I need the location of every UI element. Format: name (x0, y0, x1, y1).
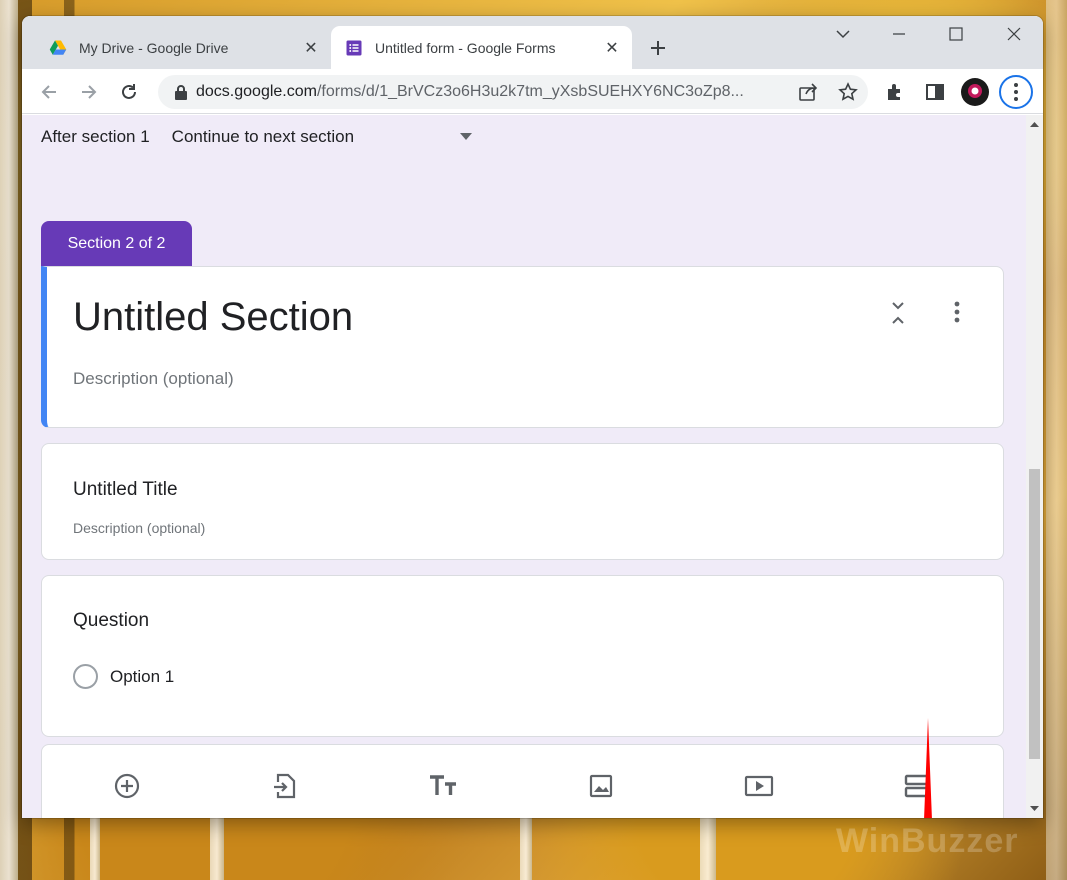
section-more-options-button[interactable] (942, 297, 972, 327)
add-title-button[interactable] (426, 769, 460, 803)
scrollbar-thumb[interactable] (1029, 469, 1040, 759)
background-tree-trunk (700, 818, 716, 880)
import-questions-button[interactable] (268, 769, 302, 803)
title-item-description[interactable]: Description (optional) (73, 520, 205, 536)
add-question-button[interactable] (110, 769, 144, 803)
close-tab-icon[interactable]: ✕ (598, 34, 626, 62)
arrow-right-icon (82, 85, 97, 99)
reload-icon (122, 84, 136, 99)
plus-icon (651, 41, 665, 55)
section-card[interactable]: Untitled Section Description (optional) (41, 266, 1004, 428)
minimize-icon (893, 33, 905, 35)
close-window-button[interactable] (985, 16, 1043, 52)
new-tab-button[interactable] (644, 34, 672, 62)
extensions-button[interactable] (879, 76, 911, 108)
import-questions-icon (274, 773, 296, 799)
background-tree-trunk (520, 818, 532, 880)
dropdown-arrow-icon (459, 133, 472, 140)
form-editor: After section 1 Continue to next section… (22, 115, 1026, 818)
tab-title: Untitled form - Google Forms (375, 39, 556, 56)
form-item-toolbar (41, 744, 1004, 818)
vertical-scrollbar[interactable] (1026, 115, 1043, 818)
close-icon (1007, 27, 1021, 41)
maximize-icon (949, 27, 963, 41)
after-section-label: After section 1 (41, 127, 150, 146)
add-title-icon (430, 775, 456, 795)
background-tree-trunk (90, 818, 100, 880)
question-card[interactable]: Question Option 1 (41, 575, 1004, 737)
title-description-card[interactable]: Untitled Title Description (optional) (41, 443, 1004, 560)
after-section-value: Continue to next section (171, 127, 355, 146)
chrome-menu-button[interactable] (999, 75, 1033, 109)
arrow-left-icon (41, 85, 56, 99)
collapse-section-button[interactable] (883, 298, 913, 328)
add-image-button[interactable] (584, 769, 618, 803)
option-label: Option 1 (110, 666, 175, 686)
profile-avatar[interactable] (959, 76, 991, 108)
add-question-icon (114, 773, 140, 799)
radio-button (73, 664, 98, 689)
browser-toolbar: docs.google.com/forms/d/1_BrVCz3o6H3u2k7… (22, 69, 1043, 114)
more-vert-icon (1014, 83, 1018, 101)
back-button[interactable] (33, 76, 65, 108)
reload-button[interactable] (113, 76, 145, 108)
watermark-logo: WinBuzzer (836, 822, 1019, 860)
scroll-down-icon[interactable] (1026, 802, 1043, 816)
background-tree-trunk (1046, 0, 1067, 880)
browser-window: My Drive - Google Drive ✕ Untitled form … (22, 16, 1043, 818)
add-video-icon (744, 775, 774, 797)
section-description[interactable]: Description (optional) (73, 369, 234, 389)
tab-google-forms[interactable]: Untitled form - Google Forms ✕ (331, 26, 632, 69)
tab-google-drive[interactable]: My Drive - Google Drive ✕ (35, 26, 331, 69)
question-title[interactable]: Question (73, 610, 149, 632)
url-text: docs.google.com/forms/d/1_BrVCz3o6H3u2k7… (196, 83, 776, 101)
star-icon[interactable] (838, 82, 858, 102)
google-forms-icon (346, 40, 362, 55)
avatar (961, 78, 989, 106)
lock-icon (175, 85, 187, 100)
google-drive-icon (49, 40, 67, 55)
maximize-button[interactable] (927, 16, 985, 52)
section-title[interactable]: Untitled Section (73, 295, 353, 340)
collapse-icon (892, 302, 904, 324)
section-header-tab: Section 2 of 2 (41, 221, 192, 267)
background-tree-trunk (0, 0, 18, 880)
close-tab-icon[interactable]: ✕ (297, 34, 325, 62)
side-panel-button[interactable] (919, 76, 951, 108)
share-icon[interactable] (798, 82, 818, 102)
side-panel-icon (926, 84, 944, 100)
minimize-button[interactable] (870, 16, 928, 52)
background-tree-trunk (210, 818, 224, 880)
title-item-title[interactable]: Untitled Title (73, 479, 178, 501)
option-row[interactable]: Option 1 (73, 664, 174, 689)
scroll-up-icon[interactable] (1026, 117, 1043, 131)
tab-title: My Drive - Google Drive (79, 39, 229, 56)
chevron-down-icon (836, 30, 850, 39)
more-vert-icon (954, 301, 960, 323)
after-section-row: After section 1 Continue to next section (41, 127, 472, 147)
add-video-button[interactable] (742, 769, 776, 803)
after-section-dropdown[interactable]: Continue to next section (172, 127, 472, 147)
annotation-arrow (924, 718, 932, 818)
forward-button[interactable] (73, 76, 105, 108)
tab-strip: My Drive - Google Drive ✕ Untitled form … (22, 16, 1043, 69)
url-host: docs.google.com (196, 83, 317, 100)
url-path: /forms/d/1_BrVCz3o6H3u2k7tm_yXsbSUEHXY6N… (316, 83, 744, 100)
add-image-icon (589, 774, 613, 798)
tab-search-button[interactable] (814, 16, 872, 52)
address-bar[interactable]: docs.google.com/forms/d/1_BrVCz3o6H3u2k7… (158, 75, 868, 109)
puzzle-icon (888, 84, 900, 100)
